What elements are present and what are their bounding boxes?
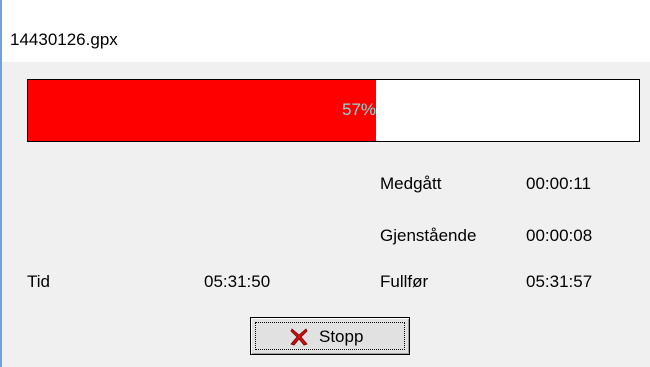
elapsed-label: Medgått: [380, 174, 442, 193]
window-title: 14430126.gpx: [10, 30, 118, 49]
remaining-label: Gjenstående: [380, 226, 477, 245]
red-x-icon: [290, 328, 308, 346]
finish-label: Fullfør: [380, 272, 429, 291]
progress-window: 14430126.gpx 57% Medgått 00:00:11 Gjenst…: [0, 0, 650, 367]
stop-button[interactable]: Stopp: [250, 317, 410, 355]
title-bar: 14430126.gpx: [2, 0, 650, 62]
progress-bar-fill: [28, 80, 377, 141]
dialog-body: 57% Medgått 00:00:11 Gjenstående 00:00:0…: [2, 62, 650, 367]
time-label: Tid: [27, 272, 50, 291]
progress-bar: 57%: [27, 79, 640, 142]
stop-button-label: Stopp: [319, 327, 364, 346]
finish-value: 05:31:57: [526, 272, 593, 291]
remaining-value: 00:00:08: [526, 226, 593, 245]
time-value: 05:31:50: [204, 272, 271, 291]
progress-percent-label: 57%: [342, 100, 377, 119]
elapsed-value: 00:00:11: [526, 174, 591, 193]
